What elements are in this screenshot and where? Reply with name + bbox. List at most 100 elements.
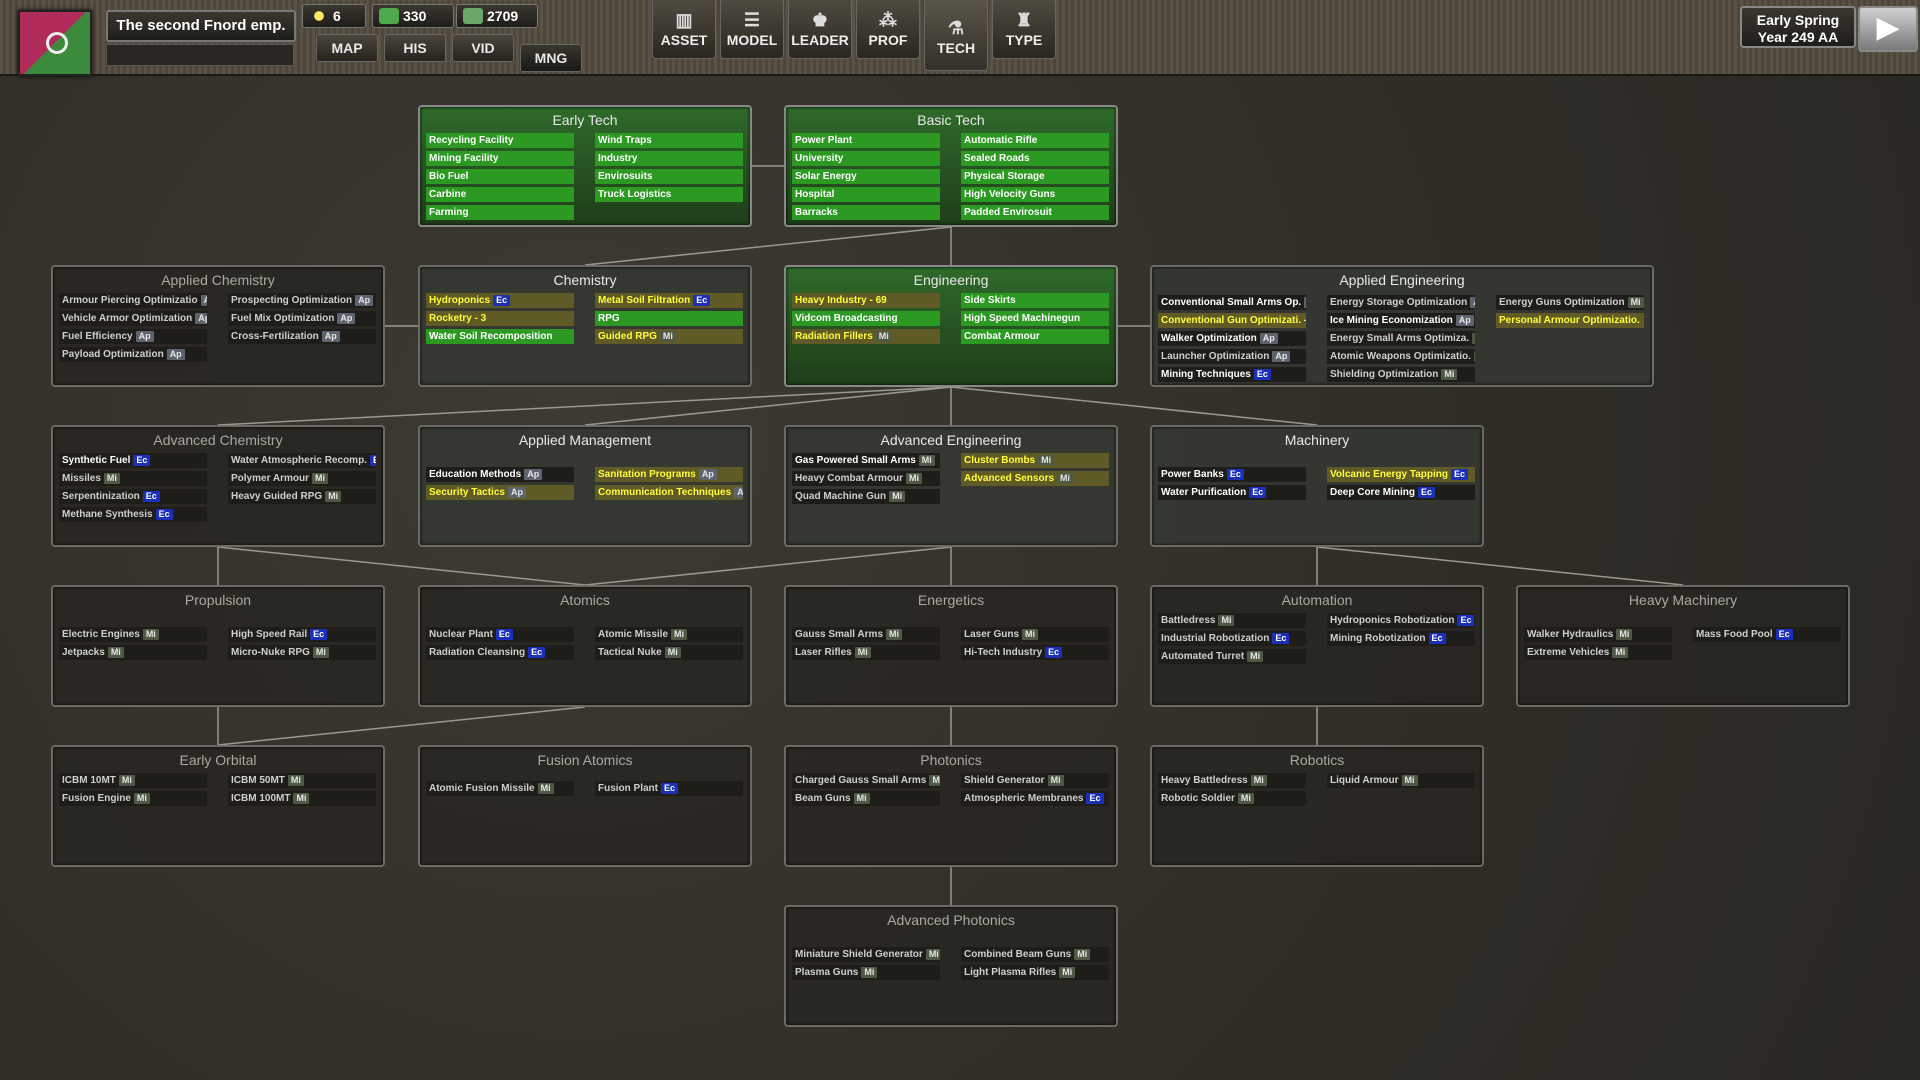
tech-item[interactable]: Barracks <box>792 205 940 220</box>
tech-item[interactable]: Walker Hydraulics Mi <box>1524 627 1672 642</box>
tech-node-applied-engineering[interactable]: Applied Engineering Conventional Small Ar… <box>1150 265 1654 387</box>
tech-item[interactable]: Beam Guns Mi <box>792 791 940 806</box>
tech-item[interactable]: Polymer Armour Mi <box>228 471 376 486</box>
tech-item[interactable]: Mining Techniques Ec <box>1158 367 1306 382</box>
tech-node-chemistry[interactable]: Chemistry Hydroponics Ec Metal Soil Filtrat… <box>418 265 752 387</box>
tech-item[interactable]: Water Soil Recomposition <box>426 329 574 344</box>
tech-item[interactable]: Conventional Small Arms Op.Ap <box>1158 295 1306 310</box>
tech-item[interactable]: Radiation Cleansing Ec <box>426 645 574 660</box>
tech-item[interactable]: Advanced Sensors Mi <box>961 471 1109 486</box>
tech-item[interactable]: Laser Guns Mi <box>961 627 1109 642</box>
tech-item[interactable]: Envirosuits <box>595 169 743 184</box>
tech-item[interactable]: Cluster Bombs Mi <box>961 453 1109 468</box>
tech-node-advanced-photonics[interactable]: Advanced Photonics Miniature Shield Gener… <box>784 905 1118 1027</box>
tech-node-advanced-chemistry[interactable]: Advanced Chemistry Synthetic Fuel Ec Water … <box>51 425 385 547</box>
tech-item[interactable]: Industrial Robotization Ec <box>1158 631 1306 646</box>
tech-item[interactable]: Energy Storage OptimizationAp <box>1327 295 1475 310</box>
tech-item[interactable]: Mining Robotization Ec <box>1327 631 1475 646</box>
tech-node-applied-management[interactable]: Applied Management Education Methods Ap San… <box>418 425 752 547</box>
tech-item[interactable]: Payload Optimization Ap <box>59 347 207 362</box>
tech-item[interactable]: Charged Gauss Small ArmsMi <box>792 773 940 788</box>
tech-item[interactable]: Quad Machine Gun Mi <box>792 489 940 504</box>
tech-item[interactable]: Mining Facility <box>426 151 574 166</box>
tech-item[interactable]: Combat Armour <box>961 329 1109 344</box>
tech-node-machinery[interactable]: Machinery Power Banks Ec Volcanic Energy Ta… <box>1150 425 1484 547</box>
tech-node-basic-tech[interactable]: Basic Tech Power Plant Automatic Rifle Univ… <box>784 105 1118 227</box>
tech-item[interactable]: Robotic Soldier Mi <box>1158 791 1306 806</box>
tech-item[interactable]: Vidcom Broadcasting <box>792 311 940 326</box>
tech-item[interactable]: High Velocity Guns <box>961 187 1109 202</box>
tech-item[interactable]: Micro-Nuke RPG Mi <box>228 645 376 660</box>
tech-item[interactable]: University <box>792 151 940 166</box>
tech-item[interactable]: Atomic Missile Mi <box>595 627 743 642</box>
tech-node-photonics[interactable]: PhotonicsCharged Gauss Small ArmsMiShiel… <box>784 745 1118 867</box>
tech-item[interactable]: Atomic Weapons Optimizatio.Mi <box>1327 349 1475 364</box>
tech-item[interactable]: Water Purification Ec <box>1158 485 1306 500</box>
tech-item[interactable]: Metal Soil Filtration Ec <box>595 293 743 308</box>
tech-item[interactable]: Combined Beam Guns Mi <box>961 947 1109 962</box>
tech-item[interactable]: Hi-Tech Industry Ec <box>961 645 1109 660</box>
tech-item[interactable]: Personal Armour Optimizatio.Mi <box>1496 313 1644 328</box>
tech-item[interactable]: Heavy Guided RPG Mi <box>228 489 376 504</box>
tech-item[interactable]: Energy Guns Optimization Mi <box>1496 295 1644 310</box>
tech-node-early-orbital[interactable]: Early Orbital ICBM 10MT Mi ICBM 50MT Mi Fusio… <box>51 745 385 867</box>
tech-item[interactable]: Tactical Nuke Mi <box>595 645 743 660</box>
tech-node-early-tech[interactable]: Early Tech Recycling Facility Wind Traps Mi… <box>418 105 752 227</box>
tech-item[interactable]: Liquid Armour Mi <box>1327 773 1475 788</box>
tech-item[interactable]: Deep Core Mining Ec <box>1327 485 1475 500</box>
tech-item[interactable]: Education Methods Ap <box>426 467 574 482</box>
tech-item[interactable]: Hospital <box>792 187 940 202</box>
tech-item[interactable]: Heavy Combat Armour Mi <box>792 471 940 486</box>
tech-item[interactable]: Wind Traps <box>595 133 743 148</box>
tech-node-propulsion[interactable]: Propulsion Electric Engines Mi High Speed R… <box>51 585 385 707</box>
tech-item[interactable]: Vehicle Armor OptimizationAp <box>59 311 207 326</box>
tech-item[interactable]: Physical Storage <box>961 169 1109 184</box>
tech-item[interactable]: Water Atmospheric Recomp.Ec <box>228 453 376 468</box>
tech-item[interactable]: Hydroponics Ec <box>426 293 574 308</box>
tech-node-fusion-atomics[interactable]: Fusion Atomics Atomic Fusion Missile Mi Fus… <box>418 745 752 867</box>
tech-item[interactable]: Shielding Optimization Mi <box>1327 367 1475 382</box>
tech-item[interactable]: Nuclear Plant Ec <box>426 627 574 642</box>
tech-item[interactable]: Gas Powered Small Arms Mi <box>792 453 940 468</box>
tech-item[interactable]: Radiation Fillers Mi <box>792 329 940 344</box>
tech-item[interactable]: Atmospheric Membranes Ec <box>961 791 1109 806</box>
tech-item[interactable]: Fusion Plant Ec <box>595 781 743 796</box>
tech-item[interactable]: Rocketry - 3 <box>426 311 574 326</box>
tech-item[interactable]: Power Plant <box>792 133 940 148</box>
tech-item[interactable]: Sealed Roads <box>961 151 1109 166</box>
tech-node-robotics[interactable]: Robotics Heavy Battledress Mi Liquid Armour… <box>1150 745 1484 867</box>
tech-item[interactable]: Industry <box>595 151 743 166</box>
tech-item[interactable]: ICBM 10MT Mi <box>59 773 207 788</box>
tech-item[interactable]: Fusion Engine Mi <box>59 791 207 806</box>
tech-item[interactable]: Synthetic Fuel Ec <box>59 453 207 468</box>
tech-item[interactable]: Extreme Vehicles Mi <box>1524 645 1672 660</box>
tech-item[interactable]: Side Skirts <box>961 293 1109 308</box>
tech-item[interactable]: Armour Piercing OptimizatioAp <box>59 293 207 308</box>
tech-item[interactable]: RPG <box>595 311 743 326</box>
tech-item[interactable]: Prospecting Optimization Ap <box>228 293 376 308</box>
tech-item[interactable]: Security Tactics Ap <box>426 485 574 500</box>
tech-item[interactable]: Bio Fuel <box>426 169 574 184</box>
tech-item[interactable]: Volcanic Energy Tapping Ec <box>1327 467 1475 482</box>
tech-item[interactable]: Hydroponics Robotization Ec <box>1327 613 1475 628</box>
tech-item[interactable]: ICBM 100MT Mi <box>228 791 376 806</box>
tech-item[interactable]: Miniature Shield Generator Mi <box>792 947 940 962</box>
tech-item[interactable]: Carbine <box>426 187 574 202</box>
tech-item[interactable]: High Speed Machinegun <box>961 311 1109 326</box>
tech-item[interactable]: Shield Generator Mi <box>961 773 1109 788</box>
tech-item[interactable]: Jetpacks Mi <box>59 645 207 660</box>
tech-item[interactable]: Serpentinization Ec <box>59 489 207 504</box>
tech-item[interactable]: Atomic Fusion Missile Mi <box>426 781 574 796</box>
tech-item[interactable]: Gauss Small Arms Mi <box>792 627 940 642</box>
tech-node-atomics[interactable]: Atomics Nuclear Plant Ec Atomic Missile Mi Ra… <box>418 585 752 707</box>
tech-item[interactable]: Power Banks Ec <box>1158 467 1306 482</box>
tech-item[interactable]: Padded Envirosuit <box>961 205 1109 220</box>
tech-item[interactable]: Truck Logistics <box>595 187 743 202</box>
tech-item[interactable]: Missiles Mi <box>59 471 207 486</box>
tech-item[interactable]: ICBM 50MT Mi <box>228 773 376 788</box>
tech-item[interactable]: Light Plasma Rifles Mi <box>961 965 1109 980</box>
tech-item[interactable]: Energy Small Arms Optimiza.Mi <box>1327 331 1475 346</box>
tech-item[interactable]: Plasma Guns Mi <box>792 965 940 980</box>
tech-item[interactable]: Methane Synthesis Ec <box>59 507 207 522</box>
tech-item[interactable]: Automated Turret Mi <box>1158 649 1306 664</box>
